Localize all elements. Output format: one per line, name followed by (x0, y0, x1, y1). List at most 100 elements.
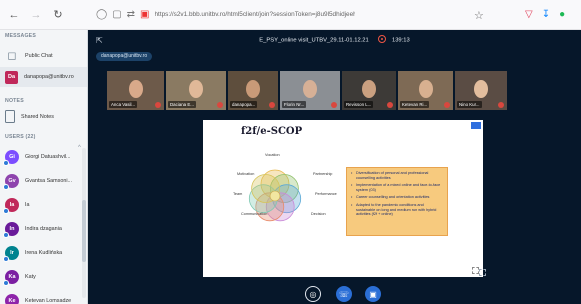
participant-video (189, 80, 203, 98)
bookmark-star-icon[interactable]: ☆ (474, 9, 484, 22)
muted-icon (498, 102, 504, 108)
user-list-item[interactable]: Gi Giorgi Datuashvil... (3, 150, 71, 166)
petal-label: Motivation (237, 172, 255, 176)
info-bullet: Implementation of a mixed online and fac… (351, 183, 443, 192)
video-tile[interactable]: Ketevan Ri... (398, 71, 453, 110)
video-tile[interactable]: Revisson L... (342, 71, 396, 110)
slide-title: f2f/e-SCOP (241, 126, 303, 137)
extension-icon[interactable]: ● (559, 9, 565, 20)
microphone-icon: ◎ (309, 289, 317, 299)
slide-download-button[interactable] (471, 122, 481, 129)
sidebar-item-shared-notes[interactable]: Shared Notes (5, 110, 54, 123)
participant-video (128, 80, 143, 98)
video-tile[interactable]: Daciana E... (166, 71, 226, 110)
participant-name: danapopa... (230, 101, 258, 108)
sidebar-item-public-chat[interactable]: ◻ Public Chat (5, 49, 53, 62)
avatar: Ia (3, 198, 19, 214)
participant-name: Ketevan Ri... (400, 101, 430, 108)
browser-toolbar: ← → ↻ ◯ ▢ ⇄ ▣ https://s2v1.bbb.unitbv.ro… (0, 0, 581, 30)
video-tile[interactable]: Nino Kur... (455, 71, 507, 110)
shield-icon[interactable]: ◯ (96, 9, 107, 20)
url-text[interactable]: https://s2v1.bbb.unitbv.ro/html5client/j… (155, 11, 355, 18)
notes-section-title: NOTES (5, 98, 24, 104)
user-name: Indira dzagania (25, 226, 62, 232)
participant-video (362, 80, 376, 98)
presenter-chip: danapopa@unitbv.ro (96, 52, 153, 61)
user-name: Irena Kudlińska (25, 250, 63, 256)
sidebar-item-label: Shared Notes (21, 113, 54, 120)
user-list-item[interactable]: Ke Ketevan Lomsadze (5, 294, 71, 304)
info-bullet: Career counselling and orientation activ… (351, 195, 443, 200)
petal-label: Decision (311, 212, 326, 216)
muted-icon (331, 102, 337, 108)
user-name: Katy (25, 274, 36, 280)
session-title: E_PSY_online visit_UTBV_29.11-01.12.21 1… (88, 35, 581, 44)
status-badge (3, 232, 9, 238)
conference-main: ⇱ E_PSY_online visit_UTBV_29.11-01.12.21… (88, 30, 581, 304)
audio-button[interactable]: ☏ (336, 286, 352, 302)
participant-video (303, 80, 317, 98)
reload-icon[interactable]: ↻ (50, 7, 66, 23)
address-bar[interactable]: ◯ ▢ ⇄ ▣ https://s2v1.bbb.unitbv.ro/html5… (96, 5, 581, 25)
avatar: Ke (5, 294, 19, 304)
avatar: Da (5, 70, 18, 84)
muted-icon (387, 102, 393, 108)
download-icon[interactable]: ↧ (542, 9, 550, 20)
camera-button[interactable]: ▣ (365, 286, 381, 302)
petal-label: Communication (241, 212, 268, 216)
video-tile[interactable]: Florin Nr... (280, 71, 340, 110)
flower-center (269, 190, 281, 202)
back-arrow-icon[interactable]: ← (6, 7, 22, 23)
user-list-item[interactable]: In Indira dzagania (3, 222, 62, 238)
muted-icon (444, 102, 450, 108)
avatar: Ka (3, 270, 19, 286)
messages-section-title: MESSAGES (5, 33, 37, 39)
participant-video (246, 80, 260, 98)
flower-diagram (248, 169, 302, 222)
fullscreen-icon[interactable] (472, 267, 479, 274)
avatar: Gv (3, 174, 19, 190)
user-list-item[interactable]: Ia Ia (3, 198, 30, 214)
chat-icon: ◻ (7, 50, 17, 62)
info-bullet: Diversification of personal and professi… (351, 171, 443, 180)
sidebar: MESSAGES ◻ Public Chat Da danapopa@unitb… (0, 30, 88, 304)
video-tile[interactable]: Anca Vasil... (107, 71, 164, 110)
camera-icon: ▣ (369, 289, 377, 299)
permissions-icon[interactable]: ⇄ (127, 9, 135, 20)
video-tile[interactable]: danapopa... (228, 71, 278, 110)
minimize-icon[interactable] (479, 269, 486, 276)
session-header: ⇱ E_PSY_online visit_UTBV_29.11-01.12.21… (88, 30, 581, 52)
participant-name: Florin Nr... (282, 101, 307, 108)
participant-name: Daciana E... (168, 101, 196, 108)
petal-label: Partnership (313, 172, 333, 176)
sidebar-item-my-user[interactable]: Da danapopa@unitbv.ro (0, 67, 87, 87)
user-list-item[interactable]: Gv Gvantsa Samsoni... (3, 174, 72, 190)
lock-icon[interactable]: ▢ (112, 9, 121, 20)
status-badge (3, 184, 9, 190)
microphone-button[interactable]: ◎ (305, 286, 321, 302)
participant-name: Nino Kur... (457, 101, 482, 108)
info-bullet: Adapted to the pandemic conditions and s… (351, 203, 443, 217)
session-name: E_PSY_online visit_UTBV_29.11-01.12.21 (259, 37, 369, 44)
user-list-item[interactable]: Ka Katy (3, 270, 36, 286)
status-badge (3, 280, 9, 286)
status-badge (3, 256, 9, 262)
avatar: In (3, 222, 19, 238)
screen-share-icon[interactable]: ▣ (140, 9, 149, 20)
video-strip: Anca Vasil... Daciana E... danapopa... Flor… (107, 71, 507, 110)
scrollbar-thumb[interactable] (82, 200, 86, 262)
petal-label: Performance (315, 192, 337, 196)
sidebar-item-label: Public Chat (25, 52, 53, 59)
petal-label: Vocation (265, 153, 280, 157)
presentation-slide: f2f/e-SCOP Vocation Motivation Partnership… (203, 120, 483, 277)
recording-icon[interactable] (378, 35, 387, 43)
forward-arrow-icon[interactable]: → (28, 7, 44, 23)
user-name: Ia (25, 202, 30, 208)
avatar: Ir (3, 246, 19, 262)
user-list-item[interactable]: Ir Irena Kudlińska (3, 246, 63, 262)
muted-icon (155, 102, 161, 108)
collapse-caret-icon[interactable]: ^ (78, 145, 81, 151)
pocket-icon[interactable]: ▽ (525, 9, 533, 20)
user-name: Ketevan Lomsadze (25, 298, 72, 304)
notes-icon (5, 110, 15, 123)
